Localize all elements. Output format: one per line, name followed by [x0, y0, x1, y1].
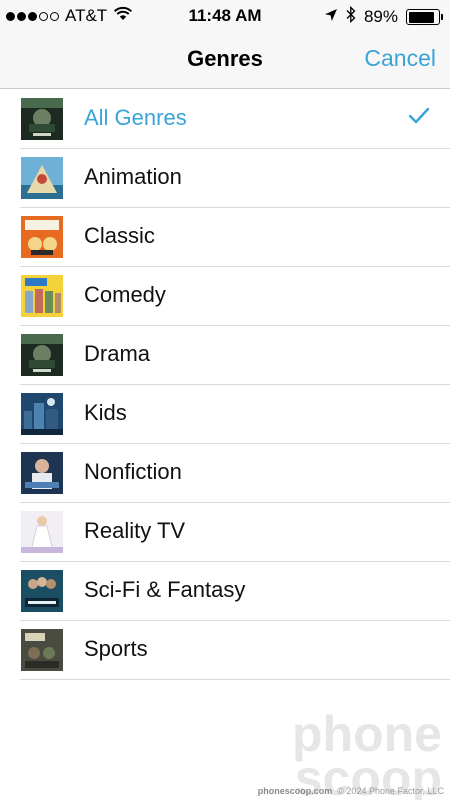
cancel-button[interactable]: Cancel	[364, 45, 436, 72]
genre-label: Animation	[84, 164, 182, 189]
genre-label: Classic	[84, 223, 155, 248]
genre-row-all-genres[interactable]: All Genres	[0, 90, 450, 149]
genre-row-drama[interactable]: Drama	[0, 326, 450, 385]
genre-thumbnail	[21, 570, 63, 612]
genre-label: Sci-Fi & Fantasy	[84, 577, 246, 602]
genre-thumbnail	[21, 98, 63, 140]
bluetooth-icon	[346, 5, 356, 28]
genre-thumbnail	[21, 511, 63, 553]
battery-icon	[406, 9, 443, 25]
genre-label: Nonfiction	[84, 459, 182, 484]
genre-row-sci-fi-fantasy[interactable]: Sci-Fi & Fantasy	[0, 562, 450, 621]
genre-label: Comedy	[84, 282, 166, 307]
genre-label: Reality TV	[84, 518, 186, 543]
watermark-footer: phonescoop.com © 2024 Phone Factor, LLC	[258, 786, 444, 796]
genre-thumbnail	[21, 157, 63, 199]
genre-label: Drama	[84, 341, 151, 366]
battery-percent: 89%	[363, 7, 398, 26]
genre-row-reality-tv[interactable]: Reality TV	[0, 503, 450, 562]
genre-list: All Genres Animation Classic Comedy Drama Kid…	[0, 90, 450, 680]
genre-thumbnail	[21, 452, 63, 494]
genre-thumbnail	[21, 629, 63, 671]
genre-row-kids[interactable]: Kids	[0, 385, 450, 444]
genre-label: Kids	[84, 400, 127, 425]
genre-row-classic[interactable]: Classic	[0, 208, 450, 267]
location-arrow-icon	[324, 7, 338, 27]
status-right: 89%	[324, 5, 443, 28]
genre-thumbnail	[21, 393, 63, 435]
genre-thumbnail	[21, 334, 63, 376]
watermark-copyright: © 2024 Phone Factor, LLC	[337, 786, 444, 796]
genre-row-nonfiction[interactable]: Nonfiction	[0, 444, 450, 503]
genre-row-animation[interactable]: Animation	[0, 149, 450, 208]
genre-label: All Genres	[84, 105, 187, 130]
genre-row-sports[interactable]: Sports	[0, 621, 450, 680]
navigation-bar: Genres Cancel	[0, 30, 450, 89]
genre-thumbnail	[21, 216, 63, 258]
genre-thumbnail	[21, 275, 63, 317]
genre-row-comedy[interactable]: Comedy	[0, 267, 450, 326]
genre-label: Sports	[84, 636, 148, 661]
checkmark-icon	[408, 107, 430, 130]
watermark-site: phonescoop.com	[257, 786, 333, 796]
status-bar: AT&T 11:48 AM 89%	[0, 0, 450, 30]
